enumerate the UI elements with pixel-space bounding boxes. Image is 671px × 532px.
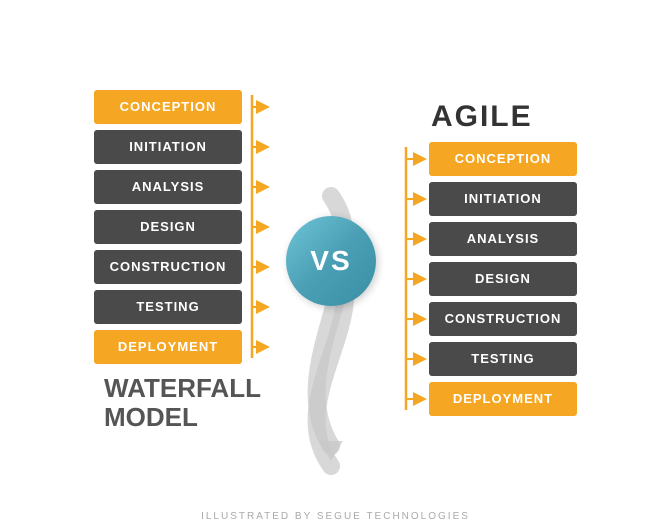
- waterfall-step-box-1: INITIATION: [94, 130, 242, 164]
- agile-title: AGILE: [401, 100, 533, 134]
- waterfall-step-box-4: CONSTRUCTION: [94, 250, 242, 284]
- waterfall-step-row: TESTING: [94, 290, 242, 324]
- agile-steps: CONCEPTION INITIATION ANALYSIS DESIGN CONSTR…: [429, 142, 577, 416]
- agile-step-row: TESTING: [429, 342, 577, 376]
- agile-step-row: ANALYSIS: [429, 222, 577, 256]
- waterfall-step-row: CONCEPTION: [94, 90, 242, 124]
- waterfall-arrows: [242, 90, 272, 370]
- agile-step-row: INITIATION: [429, 182, 577, 216]
- waterfall-title: WATERFALLMODEL: [94, 374, 261, 431]
- waterfall-step-row: CONSTRUCTION: [94, 250, 242, 284]
- agile-step-box-6: DEPLOYMENT: [429, 382, 577, 416]
- waterfall-step-box-6: DEPLOYMENT: [94, 330, 242, 364]
- agile-step-box-5: TESTING: [429, 342, 577, 376]
- waterfall-steps: CONCEPTION INITIATION ANALYSIS DESIGN CONSTR…: [94, 90, 242, 364]
- main-container: CONCEPTION INITIATION ANALYSIS DESIGN CONSTR…: [0, 0, 671, 532]
- agile-step-box-0: CONCEPTION: [429, 142, 577, 176]
- waterfall-step-box-2: ANALYSIS: [94, 170, 242, 204]
- agile-step-row: DESIGN: [429, 262, 577, 296]
- agile-step-box-1: INITIATION: [429, 182, 577, 216]
- content-area: CONCEPTION INITIATION ANALYSIS DESIGN CONSTR…: [0, 0, 671, 511]
- center-vs-area: VS: [286, 216, 376, 306]
- waterfall-step-row: DEPLOYMENT: [94, 330, 242, 364]
- waterfall-step-box-0: CONCEPTION: [94, 90, 242, 124]
- waterfall-step-box-5: TESTING: [94, 290, 242, 324]
- agile-step-box-4: CONSTRUCTION: [429, 302, 577, 336]
- waterfall-step-box-3: DESIGN: [94, 210, 242, 244]
- vs-label: VS: [310, 245, 351, 277]
- waterfall-step-row: ANALYSIS: [94, 170, 242, 204]
- vs-badge: VS: [286, 216, 376, 306]
- agile-step-row: DEPLOYMENT: [429, 382, 577, 416]
- waterfall-step-row: INITIATION: [94, 130, 242, 164]
- agile-step-row: CONSTRUCTION: [429, 302, 577, 336]
- agile-step-box-3: DESIGN: [429, 262, 577, 296]
- waterfall-step-row: DESIGN: [94, 210, 242, 244]
- agile-bracket: [401, 142, 429, 422]
- agile-side: AGILE: [401, 100, 577, 422]
- agile-step-row: CONCEPTION: [429, 142, 577, 176]
- agile-step-box-2: ANALYSIS: [429, 222, 577, 256]
- waterfall-side: CONCEPTION INITIATION ANALYSIS DESIGN CONSTR…: [94, 90, 261, 431]
